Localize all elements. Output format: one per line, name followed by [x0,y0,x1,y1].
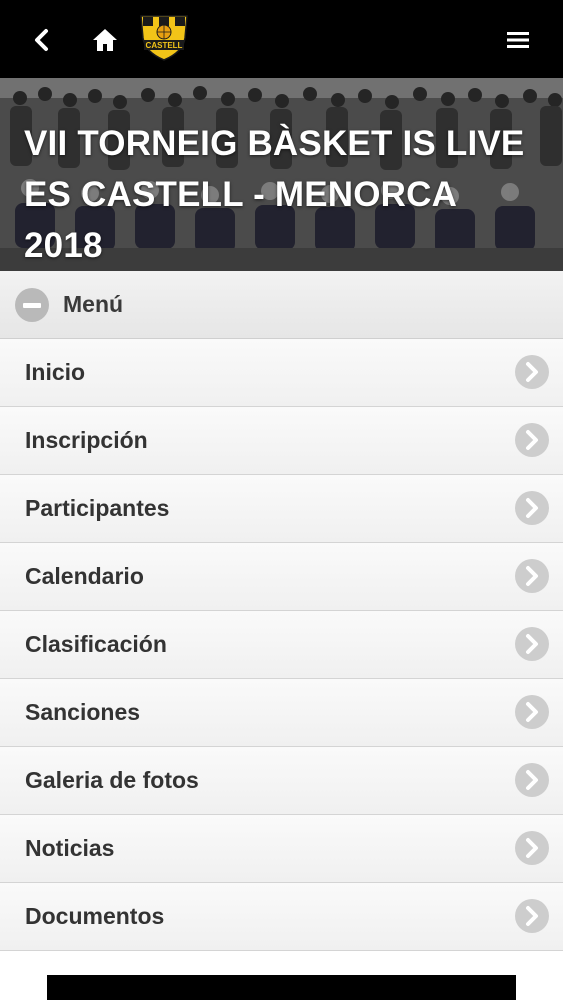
menu-list: Inicio Inscripción Participantes Calenda… [0,339,563,951]
chevron-right-circle-icon [515,831,549,865]
chevron-right-circle-icon [515,355,549,389]
chevron-right-circle-icon [515,627,549,661]
menu-item-label: Calendario [25,563,144,589]
menu-item-documentos[interactable]: Documentos [0,883,563,951]
chevron-right-circle-icon [515,559,549,593]
menu-collapse-header[interactable]: Menú [0,271,563,339]
menu-item-clasificacion[interactable]: Clasificación [0,611,563,679]
menu-item-label: Clasificación [25,631,167,657]
logo-text: CASTELL [146,41,183,50]
home-button[interactable] [85,20,125,60]
menu-item-label: Inicio [25,359,86,385]
chevron-right-circle-icon [515,491,549,525]
chevron-right-circle-icon [515,763,549,797]
home-icon [93,29,117,51]
menu-item-galeria-de-fotos[interactable]: Galeria de fotos [0,747,563,815]
chevron-left-icon [35,29,48,51]
tournament-banner: VII TORNEIG BÀSKET IS LIVE ES CASTELL - … [0,78,563,271]
minus-circle-icon [15,287,49,322]
back-button[interactable] [22,20,62,60]
menu-item-label: Sanciones [25,699,141,725]
menu-item-label: Inscripción [25,427,148,453]
menu-item-inscripcion[interactable]: Inscripción [0,407,563,475]
menu-item-inicio[interactable]: Inicio [0,339,563,407]
tournament-title: VII TORNEIG BÀSKET IS LIVE ES CASTELL - … [24,124,525,265]
hamburger-menu-button[interactable] [498,20,538,60]
chevron-right-circle-icon [515,899,549,933]
footer-banner [47,975,516,1000]
menu-item-noticias[interactable]: Noticias [0,815,563,883]
menu-item-label: Noticias [25,835,115,861]
menu-item-label: Participantes [25,495,170,521]
menu-item-label: Documentos [25,903,165,929]
menu-item-sanciones[interactable]: Sanciones [0,679,563,747]
chevron-right-circle-icon [515,423,549,457]
chevron-right-circle-icon [515,695,549,729]
menu-item-label: Galeria de fotos [25,767,199,793]
hamburger-menu-icon [507,32,529,48]
menu-header-label: Menú [63,291,124,317]
top-navigation-bar: CASTELL [0,0,563,78]
menu-item-calendario[interactable]: Calendario [0,543,563,611]
menu-item-participantes[interactable]: Participantes [0,475,563,543]
basketball-shield-logo-icon: CASTELL [140,15,188,61]
club-logo[interactable]: CASTELL [135,10,193,62]
